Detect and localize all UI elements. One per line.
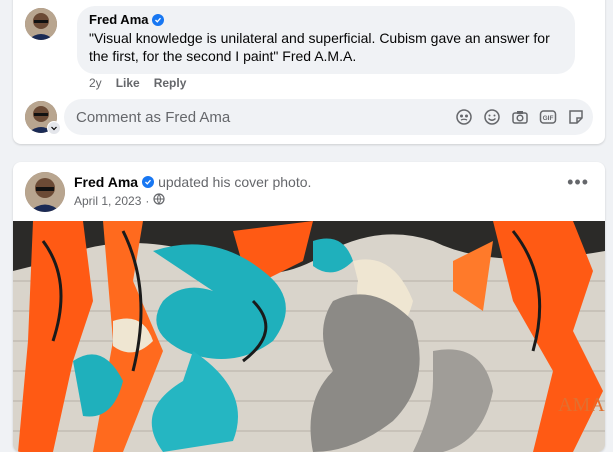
- verified-badge-icon: [152, 13, 165, 26]
- artwork-signature: AMA: [558, 394, 605, 416]
- date-separator: ·: [145, 193, 150, 208]
- chevron-down-icon[interactable]: [47, 121, 61, 135]
- comment-composer[interactable]: GIF: [64, 99, 593, 135]
- more-options-icon[interactable]: •••: [567, 173, 589, 191]
- verified-badge-icon: [142, 176, 155, 188]
- camera-icon[interactable]: [511, 108, 529, 126]
- comment-card: Fred Ama "Visual knowledge is unilateral…: [13, 0, 605, 144]
- post-author-avatar-wrap[interactable]: [25, 172, 65, 212]
- comment-author[interactable]: Fred Ama: [89, 12, 165, 27]
- comment-age[interactable]: 2y: [89, 76, 102, 90]
- post-header: Fred Ama updated his cover photo.: [74, 174, 311, 190]
- sticker-face-icon[interactable]: [455, 108, 473, 126]
- reply-button[interactable]: Reply: [154, 76, 187, 90]
- post-card: Fred Ama updated his cover photo. April …: [13, 162, 605, 452]
- sticker-icon[interactable]: [567, 108, 585, 126]
- post-action: updated his cover photo.: [158, 174, 312, 190]
- composer-avatar-wrap[interactable]: [25, 101, 61, 135]
- gif-icon[interactable]: GIF: [539, 108, 557, 126]
- post-author-avatar[interactable]: [25, 172, 65, 212]
- comment-input[interactable]: [76, 99, 436, 135]
- svg-text:GIF: GIF: [543, 115, 554, 122]
- globe-icon[interactable]: [153, 193, 165, 208]
- comment-author-avatar[interactable]: [25, 8, 57, 40]
- emoji-icon[interactable]: [483, 108, 501, 126]
- like-button[interactable]: Like: [116, 76, 140, 90]
- cover-artwork: AMA: [13, 221, 605, 452]
- post-date[interactable]: April 1, 2023: [74, 194, 141, 208]
- cover-photo[interactable]: AMA: [13, 221, 605, 452]
- comment-meta: 2y Like Reply: [89, 76, 186, 90]
- comment-text: "Visual knowledge is unilateral and supe…: [89, 30, 550, 64]
- comment-bubble: Fred Ama "Visual knowledge is unilateral…: [77, 6, 575, 74]
- comment-author-name[interactable]: Fred Ama: [89, 12, 148, 27]
- post-author-name[interactable]: Fred Ama: [74, 174, 138, 190]
- composer-tools: GIF: [455, 108, 585, 126]
- post-date-row: April 1, 2023 ·: [74, 193, 165, 208]
